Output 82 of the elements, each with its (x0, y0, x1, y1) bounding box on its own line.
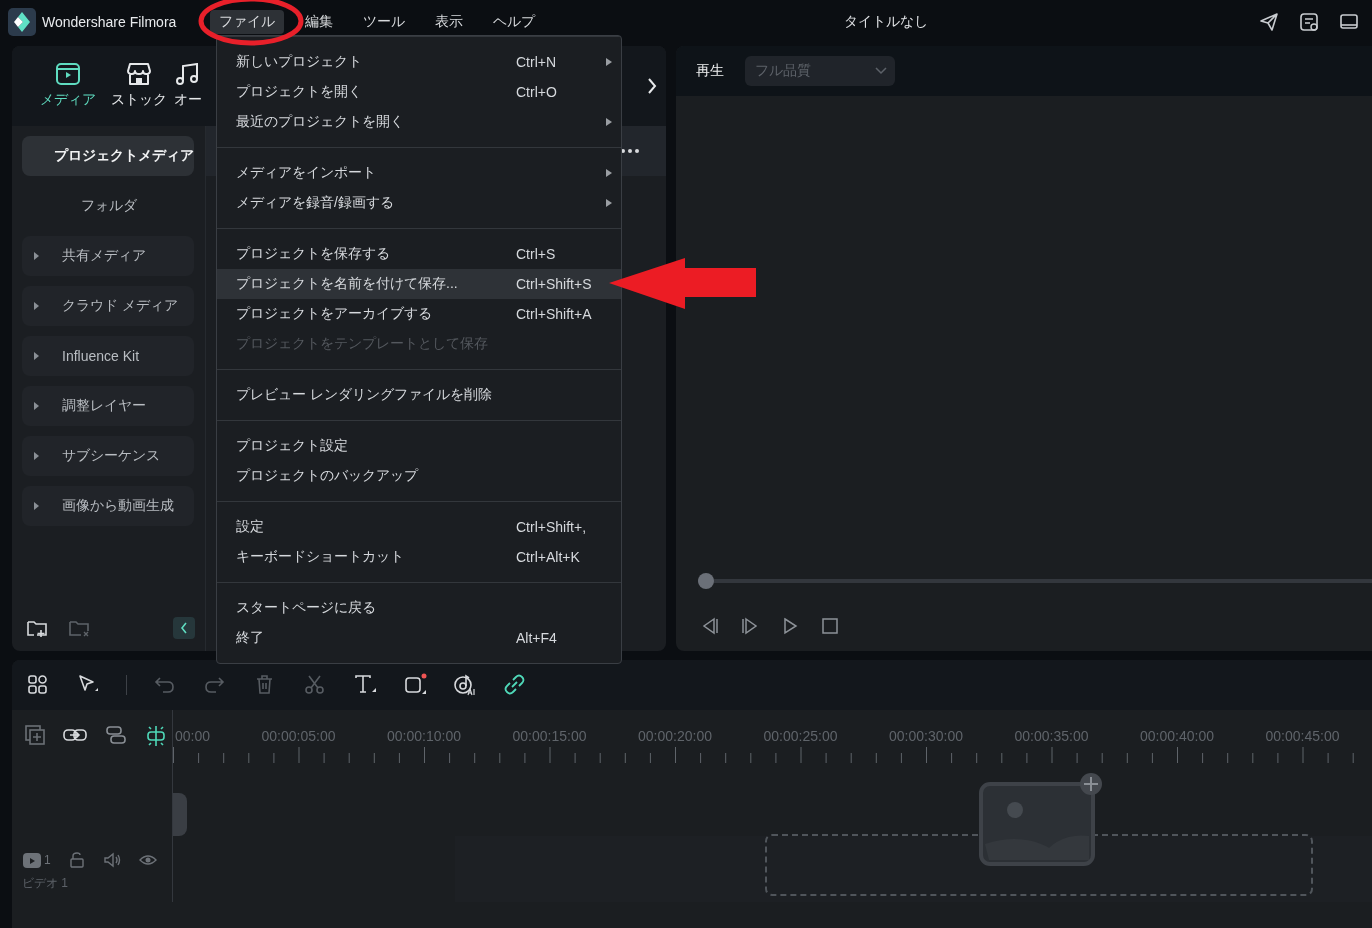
sidebar-item[interactable]: 共有メディア (22, 236, 194, 276)
split-track-icon[interactable] (104, 724, 128, 746)
menu-item[interactable]: メディアを録音/録画する (217, 188, 621, 218)
time-label: 00:00:35:00 (1013, 728, 1090, 744)
menu-item[interactable]: プロジェクトを保存する Ctrl+S (217, 239, 621, 269)
sidebar-item[interactable]: 調整レイヤー (22, 386, 194, 426)
square-icon[interactable] (403, 673, 427, 697)
eye-icon[interactable] (138, 852, 157, 868)
chevron-left-icon (180, 622, 188, 634)
time-label: 00:00:25:00 (762, 728, 839, 744)
menu-item[interactable]: プロジェクトのバックアップ (217, 461, 621, 491)
menu-item[interactable]: 新しいプロジェクト Ctrl+N (217, 47, 621, 77)
time-label: 00:00 (174, 728, 212, 744)
snap-icon[interactable] (144, 724, 168, 748)
media-tab[interactable]: オー (174, 63, 202, 109)
caret-icon (32, 402, 40, 410)
menu-item[interactable]: 最近のプロジェクトを開く (217, 107, 621, 137)
media-icon (55, 63, 80, 85)
sidebar-item[interactable]: プロジェクトメディア (22, 136, 194, 176)
video-track-icon (22, 851, 42, 869)
menu-item[interactable]: ファイル (210, 10, 285, 34)
menu-item[interactable]: 表示 (426, 10, 473, 34)
window-title: タイトルなし (844, 13, 929, 31)
new-folder-icon[interactable] (26, 618, 48, 638)
time-label: 00:00:45:00 (1264, 728, 1341, 744)
lock-icon[interactable] (68, 852, 85, 868)
menu-item[interactable]: 設定 Ctrl+Shift+, (217, 512, 621, 542)
time-label: 00:00:30:00 (888, 728, 964, 744)
slider-thumb[interactable] (698, 573, 714, 589)
store-icon (126, 63, 151, 85)
menu-item[interactable]: プロジェクト設定 (217, 431, 621, 461)
chevron-down-icon (875, 67, 887, 75)
previous-frame-icon[interactable] (700, 616, 720, 636)
stop-icon[interactable] (820, 616, 840, 636)
speaker-icon[interactable] (102, 852, 121, 868)
app-name: Wondershare Filmora (42, 14, 177, 30)
track-number: 1 (44, 853, 51, 867)
track-name: ビデオ 1 (22, 875, 68, 892)
chevron-right-icon[interactable] (646, 76, 658, 96)
caret-icon (32, 252, 40, 260)
collapse-button[interactable] (173, 617, 195, 639)
menu-item[interactable]: ツール (354, 10, 415, 34)
menu-item[interactable]: スタートページに戻る (217, 593, 621, 623)
scissors-icon[interactable] (303, 673, 327, 697)
media-tab[interactable]: ストック (103, 63, 174, 109)
grid-icon[interactable] (26, 673, 50, 697)
link-icon[interactable] (503, 673, 527, 697)
sidebar-subitem[interactable]: フォルダ (22, 186, 194, 226)
sidebar-item[interactable]: サブシーケンス (22, 436, 194, 476)
music-icon (176, 63, 200, 85)
media-tab[interactable]: メディア (32, 63, 103, 109)
time-label: 00:00:15:00 (511, 728, 588, 744)
time-label: 00:00:05:00 (260, 728, 337, 744)
menu-item[interactable]: キーボードショートカット Ctrl+Alt+K (217, 542, 621, 572)
next-frame-icon[interactable] (740, 616, 760, 636)
menu-item[interactable]: プレビュー レンダリングファイルを削除 (217, 380, 621, 410)
music-ai-icon[interactable] (453, 673, 477, 697)
sidebar-item[interactable]: Influence Kit (22, 336, 194, 376)
menu-item[interactable]: 終了 Alt+F4 (217, 623, 621, 653)
delete-folder-icon[interactable] (68, 618, 90, 638)
caret-icon (32, 302, 40, 310)
menu-item[interactable]: ヘルプ (484, 10, 545, 34)
time-label: 00:00:10:00 (386, 728, 462, 744)
checklist-icon[interactable] (1298, 11, 1320, 33)
sidebar-item[interactable]: クラウド メディア (22, 286, 194, 326)
sidebar-item[interactable]: 画像から動画生成 (22, 486, 194, 526)
more-icon[interactable] (620, 148, 640, 154)
caret-icon (32, 502, 40, 510)
app-logo-icon (8, 8, 36, 36)
time-label: 00:00:40:00 (1139, 728, 1215, 744)
menu-item[interactable]: プロジェクトを名前を付けて保存... Ctrl+Shift+S (217, 269, 621, 299)
menu-item[interactable]: メディアをインポート (217, 158, 621, 188)
caret-icon (32, 452, 40, 460)
caret-icon (32, 352, 40, 360)
time-label: 00:00:20:00 (637, 728, 713, 744)
menu-item[interactable]: プロジェクトを開く Ctrl+O (217, 77, 621, 107)
menu-item[interactable]: 編集 (296, 10, 343, 34)
menu-item[interactable]: プロジェクトをアーカイブする Ctrl+Shift+A (217, 299, 621, 329)
collapse-handle[interactable] (173, 793, 187, 836)
add-track-icon[interactable] (24, 724, 46, 746)
send-icon[interactable] (1258, 11, 1280, 33)
preview-tab[interactable]: 再生 (696, 62, 724, 80)
